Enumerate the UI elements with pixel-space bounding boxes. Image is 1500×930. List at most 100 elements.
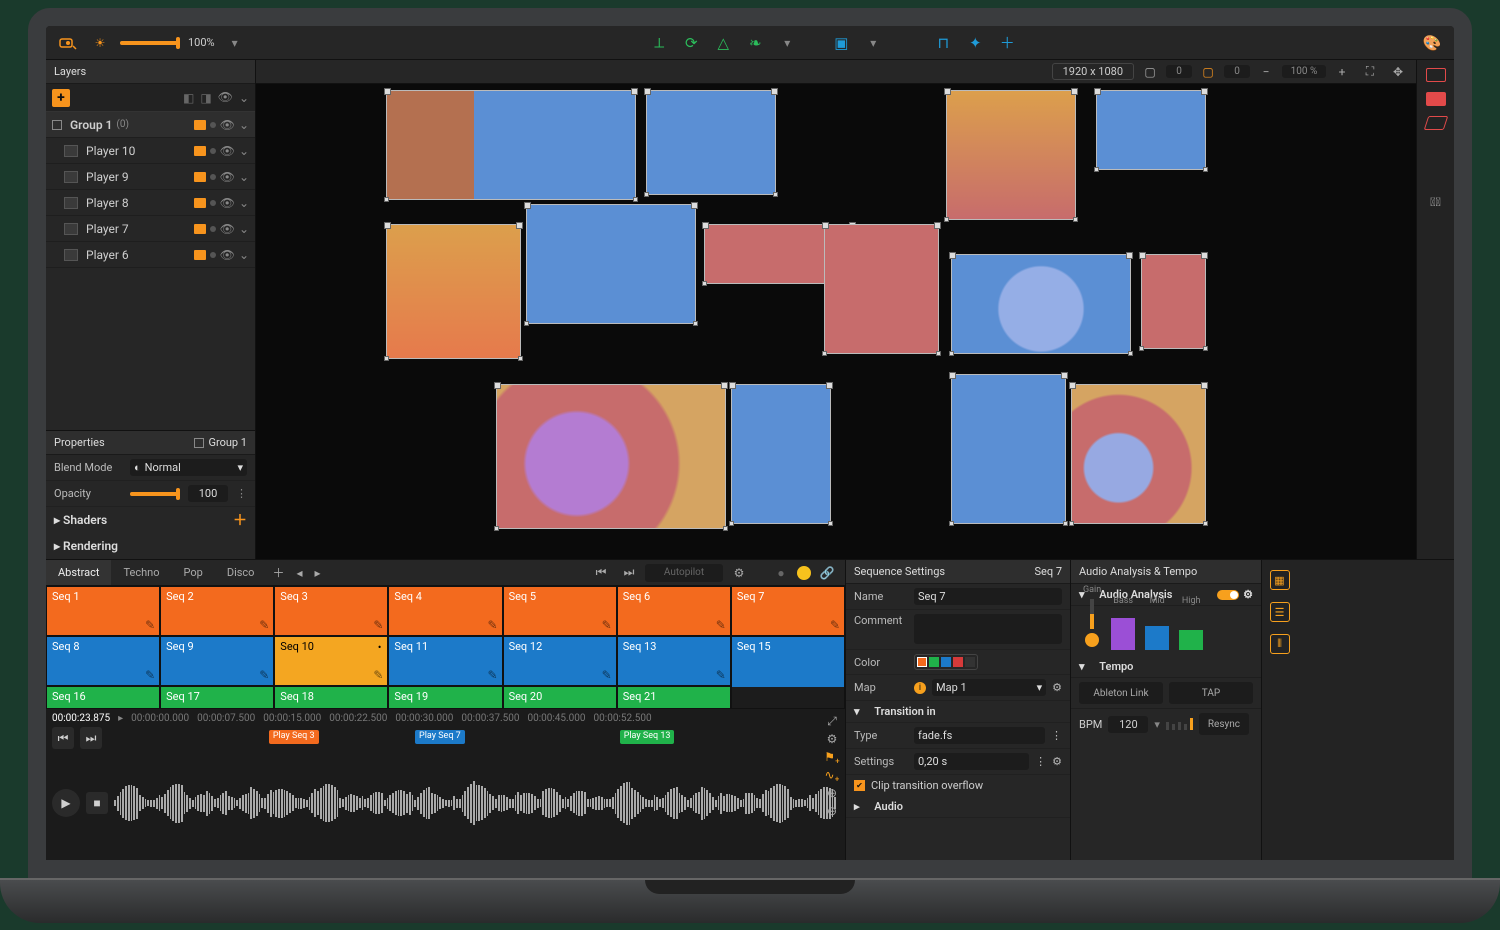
add-tab-button[interactable]: ＋ (266, 564, 290, 581)
canvas-segment[interactable] (1071, 384, 1206, 524)
projector-icon[interactable] (56, 31, 80, 55)
edit-icon[interactable]: ✎ (602, 668, 612, 682)
toggle-on-icon[interactable] (1217, 590, 1239, 600)
color-swatch[interactable] (941, 657, 951, 667)
canvas-segment[interactable] (946, 90, 1076, 220)
visibility-icon[interactable]: 👁 (220, 197, 235, 209)
canvas-segment[interactable] (824, 224, 939, 354)
layer-group-row[interactable]: Group 1 (0) 👁 ⌄ (46, 112, 255, 138)
checkbox-icon[interactable] (194, 438, 204, 448)
prev-marker-button[interactable]: ⏮ (52, 727, 74, 749)
skip-fwd-icon[interactable]: ⏭ (617, 561, 641, 585)
record-off-icon[interactable]: ● (769, 561, 793, 585)
edit-icon[interactable]: ✎ (145, 618, 155, 632)
edit-icon[interactable]: ✎ (602, 618, 612, 632)
gain-knob-icon[interactable] (1085, 633, 1099, 647)
layer-row[interactable]: Player 10👁⌄ (46, 138, 255, 164)
edit-icon[interactable]: ✎ (259, 618, 269, 632)
sun-icon[interactable]: ☀ (88, 31, 112, 55)
pos-y[interactable]: 0 (1224, 65, 1250, 78)
chevron-down-icon[interactable]: ⌄ (239, 248, 249, 262)
bpm-value[interactable]: 120 (1108, 716, 1148, 733)
skip-back-icon[interactable]: ⏮ (589, 561, 613, 585)
blend-mode-select[interactable]: ◐ Normal ▾ (130, 459, 247, 476)
grid-icon[interactable]: ▦ (1270, 570, 1290, 590)
edit-icon[interactable]: ✎ (145, 668, 155, 682)
tab-pop[interactable]: Pop (172, 560, 215, 585)
canvas-segment[interactable] (646, 90, 776, 195)
gear-icon[interactable]: ⚙ (727, 561, 751, 585)
tap-button[interactable]: TAP (1169, 682, 1253, 704)
next-marker-button[interactable]: ⏭ (80, 727, 102, 749)
seq-cell[interactable]: Seq 6✎ (617, 586, 731, 636)
color-swatches[interactable] (914, 654, 978, 670)
play-window-icon[interactable]: ▶⃞ (1424, 190, 1448, 214)
bars-icon[interactable]: ⫴ (1270, 634, 1290, 654)
visibility-icon[interactable]: 👁 (220, 223, 235, 235)
triangle-icon[interactable]: △ (711, 31, 735, 55)
chevron-down-icon[interactable]: ⌄ (239, 170, 249, 184)
zoom-out-icon[interactable]: ⊖ (823, 803, 841, 819)
seq-cell[interactable]: Seq 5✎ (503, 586, 617, 636)
caret-right-icon[interactable]: ▸ (854, 800, 860, 813)
gear-icon[interactable]: ⚙ (823, 731, 841, 747)
canvas-dimensions[interactable]: 1920 x 1080 (1052, 63, 1134, 80)
autopilot-field[interactable]: Autopilot (645, 564, 723, 582)
stepper-icon[interactable]: ⋮ (236, 487, 247, 500)
flag-add-icon[interactable]: ⚑₊ (823, 749, 841, 765)
visibility-icon[interactable]: 👁 (220, 145, 235, 157)
layer-row[interactable]: Player 8👁⌄ (46, 190, 255, 216)
crop-icon[interactable]: ⟂ (647, 31, 671, 55)
canvas-segment[interactable] (496, 384, 726, 529)
layer-row[interactable]: Player 6👁⌄ (46, 242, 255, 268)
palette-icon[interactable]: 🎨 (1420, 31, 1444, 55)
color-swatch[interactable] (917, 657, 927, 667)
seq-cell[interactable]: Seq 9✎ (160, 636, 274, 686)
pos-x[interactable]: 0 (1166, 65, 1192, 78)
seq-cell[interactable]: Seq 11✎ (388, 636, 502, 686)
transition-type-value[interactable]: fade.fs (914, 727, 1045, 744)
zoom-in-icon[interactable]: ⊕ (823, 785, 841, 801)
edit-icon[interactable]: ✎ (716, 618, 726, 632)
edit-icon[interactable]: ✎ (488, 618, 498, 632)
fit-icon[interactable]: ⛶ (1358, 60, 1382, 84)
seq-cell[interactable]: Seq 3✎ (274, 586, 388, 636)
audio-bars-icon[interactable]: ∿₊ (823, 767, 841, 783)
canvas-segment[interactable] (731, 384, 831, 524)
edit-icon[interactable]: ✎ (488, 668, 498, 682)
seq-cell[interactable]: Seq 1✎ (46, 586, 160, 636)
gear-icon[interactable]: ⚙ (1052, 755, 1062, 768)
edit-icon[interactable]: ✎ (716, 668, 726, 682)
edit-icon[interactable]: ✎ (259, 668, 269, 682)
chevron-down-icon[interactable]: ▾ (861, 31, 885, 55)
gain-slider[interactable] (1090, 599, 1094, 629)
seq-cell[interactable]: Seq 7✎ (731, 586, 845, 636)
timeline-marker[interactable]: Play Seq 13 (620, 730, 675, 744)
overflow-checkbox[interactable]: ✔Clip transition overflow (846, 775, 1070, 796)
gear-icon[interactable]: ⚙ (1243, 588, 1253, 601)
timeline-marker[interactable]: Play Seq 7 (415, 730, 465, 744)
seq-cell[interactable]: Seq 19 (388, 686, 502, 710)
canvas-segment[interactable] (526, 204, 696, 324)
brightness-slider[interactable] (120, 41, 180, 45)
shaders-section[interactable]: ▸ Shaders ＋ (46, 507, 255, 533)
edit-icon[interactable]: ✎ (830, 618, 840, 632)
chevron-down-icon[interactable]: ▾ (1154, 718, 1160, 731)
seq-cell[interactable]: Seq 17 (160, 686, 274, 710)
seq-cell[interactable]: Seq 8✎ (46, 636, 160, 686)
bbox-icon[interactable]: ▢ (1138, 60, 1162, 84)
output-outline-icon[interactable] (1426, 68, 1446, 82)
stepper-icon[interactable]: ⋮ (1051, 729, 1062, 742)
checkbox-icon[interactable] (52, 120, 62, 130)
output-filled-icon[interactable] (1426, 92, 1446, 106)
stepper-icon[interactable]: ⋮ (1035, 755, 1046, 768)
visibility-icon[interactable]: 👁 (220, 249, 235, 261)
visibility-icon[interactable]: 👁 (220, 119, 235, 131)
seq-cell[interactable]: Seq 13✎ (617, 636, 731, 686)
color-swatch[interactable] (965, 657, 975, 667)
color-swatch[interactable] (929, 657, 939, 667)
chevron-down-icon[interactable]: ⌄ (239, 118, 249, 132)
chevron-down-icon[interactable]: ⌄ (239, 91, 249, 105)
caret-down-icon[interactable]: ▾ (854, 705, 860, 718)
seq-cell[interactable]: Seq 12✎ (503, 636, 617, 686)
